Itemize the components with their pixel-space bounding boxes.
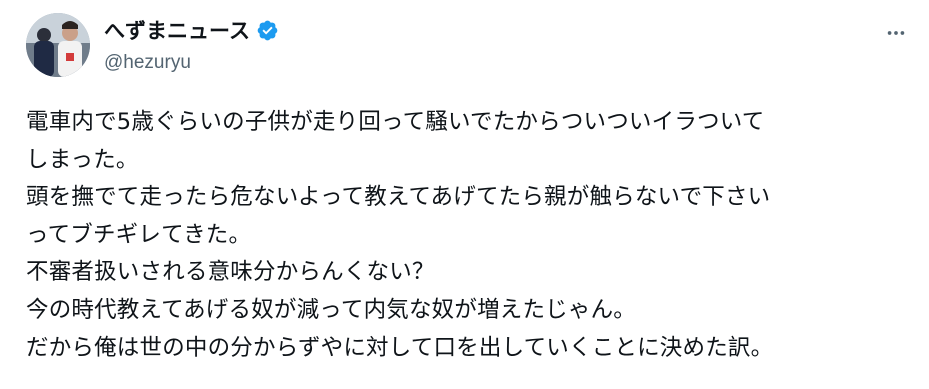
tweet-body: 電車内で5歳ぐらいの子供が走り回って騒いでたからついついイラついて しまった。 … <box>26 104 916 367</box>
more-options-button[interactable] <box>876 16 916 50</box>
tweet-text-line: しまった。 <box>26 146 139 173</box>
tweet-text-line: 頭を撫でて走ったら危ないよって教えてあげてたら親が触らないで下さい <box>26 184 771 211</box>
more-horizontal-icon <box>887 31 905 35</box>
author-display-name[interactable]: へずまニュース <box>104 15 250 45</box>
tweet-text-line: 今の時代教えてあげる奴が減って内気な奴が増えたじゃん。 <box>26 296 636 323</box>
avatar-photo <box>26 13 90 77</box>
tweet-text-line: だから俺は世の中の分からずやに対して口を出していくことに決めた訳。 <box>26 334 774 361</box>
author-handle[interactable]: @hezuryu <box>104 52 191 74</box>
verified-badge-icon[interactable] <box>256 19 279 42</box>
author-name-row: へずまニュース <box>104 16 279 44</box>
author-avatar[interactable] <box>26 13 90 77</box>
tweet-text-line: ってブチギレてきた。 <box>26 221 252 248</box>
tweet-card: へずまニュース @hezuryu 電車内で5歳ぐらいの子供が走り回って騒いでたか… <box>0 0 929 389</box>
tweet-text-line: 不審者扱いされる意味分からんくない？ <box>26 259 435 286</box>
tweet-text-line: 電車内で5歳ぐらいの子供が走り回って騒いでたからついついイラついて <box>26 109 765 135</box>
